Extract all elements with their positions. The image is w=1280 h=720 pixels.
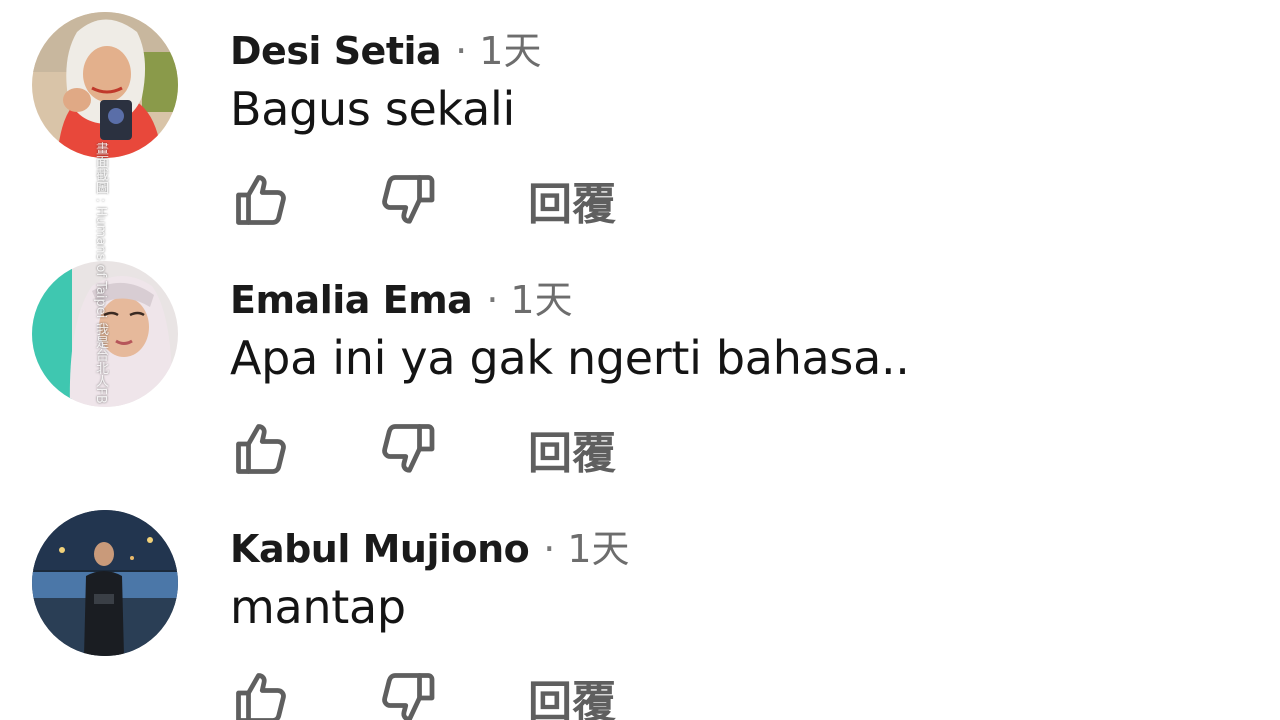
comment-timestamp: 1天	[479, 29, 542, 73]
reply-button[interactable]: 回覆	[524, 666, 620, 720]
comment-text: Bagus sekali	[230, 82, 515, 136]
thumbs-up-icon	[236, 424, 286, 474]
reply-button[interactable]: 回覆	[524, 417, 620, 481]
reply-button[interactable]: 回覆	[524, 168, 620, 232]
watermark-text: 畫面截圖 : Humans of Taipei 我是台北人FB	[93, 142, 108, 404]
comment-actions: 回覆	[228, 666, 648, 720]
thumbs-down-icon	[382, 424, 435, 473]
avatar[interactable]	[32, 510, 178, 656]
dislike-button[interactable]	[374, 666, 440, 720]
comment-author[interactable]: Emalia Ema	[230, 278, 473, 322]
comment-header: Emalia Ema · 1天	[230, 269, 573, 325]
comment-timestamp: 1天	[510, 278, 573, 322]
separator-dot: ·	[486, 278, 499, 322]
comment-author[interactable]: Kabul Mujiono	[230, 527, 530, 571]
like-button[interactable]	[228, 168, 294, 232]
thumbs-up-icon	[236, 673, 286, 720]
comment-header: Desi Setia · 1天	[230, 20, 541, 76]
thumbs-up-icon	[236, 175, 286, 225]
dislike-button[interactable]	[374, 168, 440, 232]
thumbs-down-icon	[382, 175, 435, 224]
avatar[interactable]	[32, 12, 178, 158]
comment-actions: 回覆	[228, 168, 648, 232]
comment-author[interactable]: Desi Setia	[230, 29, 442, 73]
comment-item: Desi Setia · 1天 Bagus sekali 回覆	[0, 0, 1280, 250]
comment-text: mantap	[230, 580, 406, 634]
like-button[interactable]	[228, 666, 294, 720]
comment-item: Kabul Mujiono · 1天 mantap 回覆	[0, 498, 1280, 720]
comment-timestamp: 1天	[567, 527, 630, 571]
like-button[interactable]	[228, 417, 294, 481]
comment-header: Kabul Mujiono · 1天	[230, 518, 630, 574]
comment-item: Emalia Ema · 1天 Apa ini ya gak ngerti ba…	[0, 249, 1280, 499]
separator-dot: ·	[455, 29, 468, 73]
comment-text: Apa ini ya gak ngerti bahasa..	[230, 331, 910, 385]
dislike-button[interactable]	[374, 417, 440, 481]
separator-dot: ·	[543, 527, 556, 571]
thumbs-down-icon	[382, 673, 435, 720]
comment-actions: 回覆	[228, 417, 648, 481]
